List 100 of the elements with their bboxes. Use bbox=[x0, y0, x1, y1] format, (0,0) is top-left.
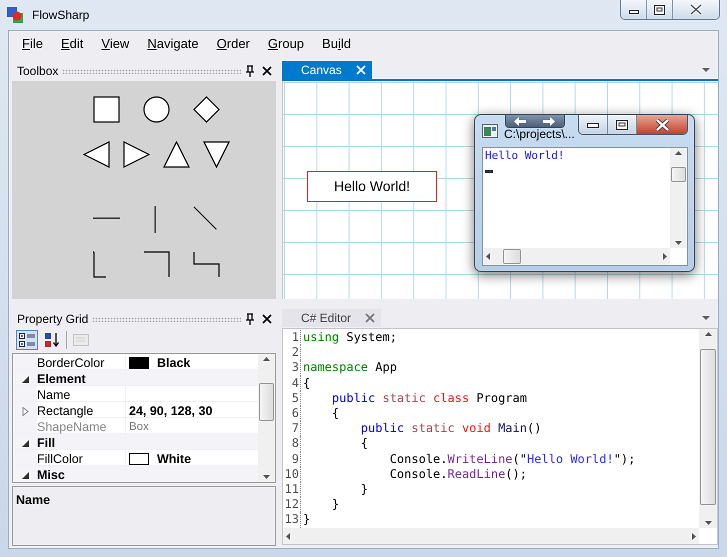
back-arrow-icon bbox=[514, 116, 526, 126]
code-line: { bbox=[330, 406, 340, 422]
property-pages-icon bbox=[73, 333, 89, 347]
horizontal-scrollbar[interactable] bbox=[283, 528, 699, 544]
property-name[interactable]: Name bbox=[37, 386, 125, 405]
maximize-button[interactable] bbox=[608, 115, 637, 134]
menu-item[interactable]: Build bbox=[313, 34, 360, 54]
maximize-button[interactable] bbox=[647, 0, 673, 19]
console-icon bbox=[482, 124, 498, 138]
document-tab[interactable]: Canvas bbox=[282, 61, 372, 79]
line-number: 7 bbox=[283, 421, 301, 436]
scroll-left-icon[interactable] bbox=[286, 532, 290, 540]
minimize-button[interactable] bbox=[579, 115, 608, 134]
scroll-thumb[interactable] bbox=[503, 249, 521, 264]
collapse-icon[interactable] bbox=[22, 440, 28, 447]
vertical-scrollbar[interactable] bbox=[258, 354, 275, 482]
scroll-right-icon[interactable] bbox=[692, 532, 696, 540]
triangle-shape[interactable] bbox=[83, 141, 110, 168]
close-button[interactable] bbox=[637, 115, 687, 134]
vertical-scrollbar[interactable] bbox=[670, 148, 687, 248]
property-value[interactable]: White bbox=[157, 450, 192, 469]
code-line: using System; bbox=[302, 330, 397, 346]
diamond-shape[interactable] bbox=[193, 96, 220, 123]
code-line: { bbox=[302, 376, 310, 391]
line-number: 2 bbox=[283, 345, 301, 360]
horizontal-scrollbar[interactable] bbox=[483, 248, 670, 265]
pin-icon[interactable] bbox=[245, 312, 255, 326]
menu-item[interactable]: File bbox=[13, 34, 52, 54]
close-icon[interactable] bbox=[262, 314, 272, 324]
back-button[interactable] bbox=[506, 115, 535, 127]
document-tab[interactable]: C# Editor bbox=[282, 309, 382, 327]
maximize-icon bbox=[654, 4, 665, 14]
dropdown-icon[interactable] bbox=[702, 68, 710, 72]
elbow-connector-shape[interactable] bbox=[143, 251, 170, 278]
code-line: namespace App bbox=[302, 360, 397, 376]
grip-handle[interactable] bbox=[62, 68, 241, 74]
scroll-up-icon[interactable] bbox=[675, 151, 682, 155]
box-shape[interactable]: Hello World! bbox=[307, 171, 437, 202]
grip-handle[interactable] bbox=[92, 316, 241, 322]
triangle-shape[interactable] bbox=[123, 141, 150, 168]
category-label: Element bbox=[37, 371, 87, 388]
app-icon bbox=[6, 6, 24, 24]
triangle-shape[interactable] bbox=[163, 141, 190, 168]
pin-icon[interactable] bbox=[245, 64, 255, 78]
maximize-icon bbox=[616, 120, 628, 130]
square-shape[interactable] bbox=[93, 96, 120, 123]
line-number: 3 bbox=[283, 360, 301, 376]
close-button[interactable] bbox=[673, 0, 719, 19]
menu-item[interactable]: Navigate bbox=[138, 34, 208, 54]
scroll-thumb[interactable] bbox=[671, 167, 686, 182]
property-name[interactable]: Rectangle bbox=[37, 402, 125, 421]
property-value[interactable]: Box bbox=[129, 418, 149, 436]
collapse-icon[interactable] bbox=[22, 376, 28, 383]
close-icon[interactable] bbox=[262, 66, 272, 76]
scroll-down-icon[interactable] bbox=[675, 241, 682, 245]
scroll-up-icon[interactable] bbox=[263, 357, 270, 361]
code-line: } bbox=[302, 512, 310, 528]
triangle-shape[interactable] bbox=[203, 141, 230, 168]
menu-item[interactable]: Edit bbox=[52, 34, 92, 54]
property-value[interactable]: Black bbox=[157, 354, 190, 373]
property-value[interactable]: 24, 90, 128, 30 bbox=[129, 402, 212, 421]
expand-icon[interactable] bbox=[22, 406, 28, 416]
line-number: 6 bbox=[283, 406, 301, 422]
text-cursor bbox=[485, 170, 493, 173]
menu-item[interactable]: View bbox=[92, 34, 138, 54]
forward-arrow-icon bbox=[543, 116, 556, 126]
forward-button[interactable] bbox=[534, 115, 564, 127]
toolbar-button[interactable] bbox=[16, 330, 38, 350]
line-number: 5 bbox=[283, 390, 301, 406]
scroll-up-icon[interactable] bbox=[704, 332, 712, 336]
line-number: 11 bbox=[283, 482, 301, 498]
categorized-icon bbox=[19, 333, 35, 347]
dropdown-icon[interactable] bbox=[702, 316, 710, 320]
code-line: Console.WriteLine("Hello World!"); bbox=[388, 452, 636, 467]
minimize-icon bbox=[587, 122, 599, 128]
drawing-canvas[interactable]: Hello World! C:\projects\... Hello World! bbox=[282, 81, 718, 299]
circle-shape[interactable] bbox=[143, 96, 170, 123]
scroll-thumb[interactable] bbox=[259, 383, 274, 421]
scroll-right-icon[interactable] bbox=[663, 253, 667, 260]
code-line: public static class Program bbox=[330, 390, 527, 406]
menu-item[interactable]: Order bbox=[208, 34, 259, 54]
scroll-down-icon[interactable] bbox=[263, 475, 270, 479]
description-title: Name bbox=[16, 493, 50, 507]
property-name[interactable]: FillColor bbox=[37, 450, 125, 469]
elbow-connector-shape[interactable] bbox=[193, 251, 220, 278]
panel-title: Property Grid bbox=[17, 311, 88, 328]
vertical-scrollbar[interactable] bbox=[699, 329, 717, 528]
window-title: C:\projects\... bbox=[504, 126, 575, 143]
menu-item[interactable]: Group bbox=[258, 34, 314, 54]
panel-title: Toolbox bbox=[17, 63, 58, 80]
close-icon bbox=[654, 118, 670, 130]
minimize-button[interactable] bbox=[621, 0, 647, 19]
line-number: 4 bbox=[283, 376, 301, 391]
line-number: 12 bbox=[283, 497, 301, 512]
property-name[interactable]: BorderColor bbox=[37, 354, 125, 373]
collapse-icon[interactable] bbox=[22, 472, 28, 479]
code-line: { bbox=[360, 436, 368, 452]
scroll-thumb[interactable] bbox=[700, 349, 716, 505]
scroll-left-icon[interactable] bbox=[486, 253, 490, 260]
scroll-down-icon[interactable] bbox=[704, 521, 712, 525]
